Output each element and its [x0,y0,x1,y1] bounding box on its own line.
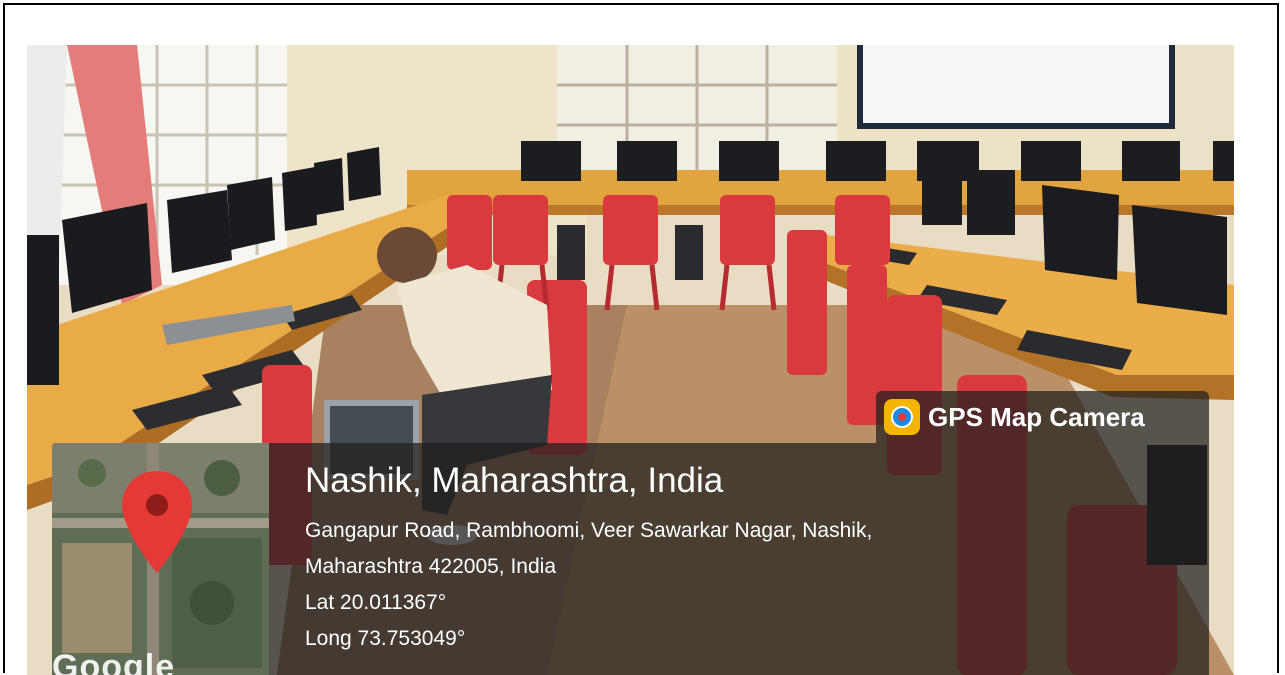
place-name: Nashik, Maharashtra, India [305,461,724,500]
address-line-1: Gangapur Road, Rambhoomi, Veer Sawarkar … [305,519,873,542]
address-line-2: Maharashtra 422005, India [305,555,557,578]
satellite-map [52,443,269,675]
latitude: Lat 20.011367° [305,591,447,614]
gps-map-camera-badge: GPS Map Camera [876,391,1209,443]
app-name: GPS Map Camera [928,401,1145,432]
map-watermark: Google [52,648,176,675]
location-text: Nashik, Maharashtra, India Gangapur Road… [305,459,872,657]
longitude: Long 73.753049° [305,627,466,650]
gps-map-camera-icon [884,399,920,435]
mini-map: Google [52,443,269,675]
location-overlay: Google Nashik, Maharashtra, India Gangap… [52,443,1209,675]
